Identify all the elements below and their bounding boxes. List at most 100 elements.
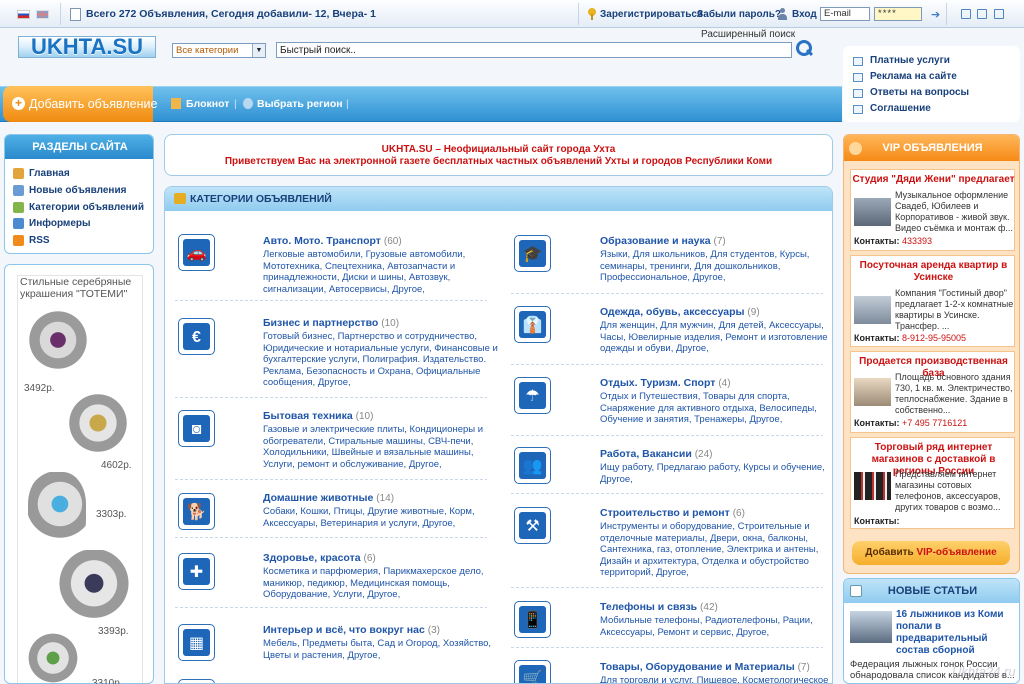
subcategory-links[interactable]: Собаки, Кошки, Птицы, Другие животные, К…: [263, 506, 503, 529]
vip-ad-image[interactable]: [854, 296, 891, 324]
vip-ad-contacts: Контакты: 433393: [854, 236, 932, 246]
graduate-icon[interactable]: 🎓: [514, 235, 551, 272]
home-icon[interactable]: [961, 9, 971, 19]
ring-image: [66, 390, 130, 456]
vip-ad-image[interactable]: [854, 198, 891, 226]
vip-ad-title[interactable]: Посуточная аренда квартир в Усинске: [851, 260, 1016, 284]
email-input[interactable]: E-mail: [820, 7, 870, 21]
people-icon[interactable]: 👥: [514, 447, 551, 484]
category-link[interactable]: Строительство и ремонт: [600, 507, 730, 519]
agreement-link[interactable]: Соглашение: [853, 103, 931, 114]
vip-ad[interactable]: Продается производственная база Площадь …: [850, 351, 1015, 433]
subcategory-links[interactable]: Косметика и парфюмерия, Парикмахерское д…: [263, 566, 503, 601]
category-link[interactable]: Работа, Вакансии: [600, 448, 692, 460]
mail-icon[interactable]: [994, 9, 1004, 19]
vip-ads-title: VIP ОБЪЯВЛЕНИЯ: [844, 135, 1019, 161]
login-arrow-icon[interactable]: ➔: [931, 8, 940, 21]
search-icon[interactable]: [796, 40, 812, 56]
dog-icon[interactable]: 🐕: [178, 493, 215, 530]
subcategory-links[interactable]: Готовый бизнес, Партнерство и сотрудниче…: [263, 331, 503, 389]
notepad-link[interactable]: Блокнот: [186, 98, 229, 110]
subcategory-links[interactable]: Мобильные телефоны, Радиотелефоны, Рации…: [600, 615, 832, 638]
health-icon[interactable]: ✚: [178, 553, 215, 590]
subcategory-links[interactable]: Языки, Для школьников, Для студентов, Ку…: [600, 249, 832, 284]
register-link[interactable]: Зарегистрироваться: [600, 9, 703, 20]
ring-image: [28, 472, 86, 552]
categories-title: КАТЕГОРИИ ОБЪЯВЛЕНИЙ: [165, 187, 832, 211]
user-icon: [777, 8, 788, 21]
category-item: Работа, Вакансии (24) Ищу работу, Предла…: [600, 448, 832, 485]
category-link[interactable]: Товары, Оборудование и Материалы: [600, 661, 795, 673]
subcategory-links[interactable]: Отдых и Путешествия, Товары для спорта, …: [600, 391, 832, 426]
article-image[interactable]: [850, 611, 892, 643]
vip-ad-title[interactable]: Студия "Дяди Жени" предлагает: [851, 174, 1016, 186]
vip-ad[interactable]: Торговый ряд интернет магазинов с достав…: [850, 437, 1015, 529]
cart-icon[interactable]: 🛒: [514, 660, 551, 683]
password-input[interactable]: ****: [874, 7, 922, 21]
folder-icon[interactable]: [977, 9, 987, 19]
quick-search-input[interactable]: Быстрый поиск..: [276, 42, 792, 58]
clothes-icon[interactable]: 👔: [514, 306, 551, 343]
russian-flag-icon[interactable]: [17, 10, 30, 19]
faq-link[interactable]: Ответы на вопросы: [853, 87, 969, 98]
subcategory-links[interactable]: Легковые автомобили, Грузовые автомобили…: [263, 249, 503, 295]
subcategory-links[interactable]: Газовые и электрические плиты, Кондицион…: [263, 424, 503, 470]
subcategory-links[interactable]: Мебель, Предметы быта, Сад и Огород, Хоз…: [263, 638, 503, 661]
category-link[interactable]: Здоровье, красота: [263, 552, 361, 564]
category-link[interactable]: Телефоны и связь: [600, 601, 697, 613]
furniture-icon[interactable]: ▦: [178, 624, 215, 661]
category-link[interactable]: Домашние животные: [263, 492, 373, 504]
sidebar-item-categories[interactable]: Категории объявлений: [29, 202, 144, 213]
vip-ad[interactable]: Студия "Дяди Жени" предлагает Музыкально…: [850, 169, 1015, 251]
category-link[interactable]: Интерьер и всё, что вокруг нас: [263, 624, 425, 636]
category-link[interactable]: Образование и наука: [600, 235, 711, 247]
category-select[interactable]: Все категории ▼: [172, 43, 266, 58]
category-link[interactable]: Авто. Мото. Транспорт: [263, 235, 381, 247]
sidebar-item-informers[interactable]: Информеры: [29, 218, 91, 229]
paid-services-link[interactable]: Платные услуги: [853, 55, 950, 66]
subcategory-links[interactable]: Ищу работу, Предлагаю работу, Курсы и об…: [600, 462, 832, 485]
category-link[interactable]: Бытовая техника: [263, 410, 353, 422]
chevron-down-icon[interactable]: ▼: [252, 44, 265, 57]
category-link[interactable]: Отдых. Туризм. Спорт: [600, 377, 715, 389]
construction-icon[interactable]: ⚒: [514, 507, 551, 544]
subcategory-links[interactable]: Для торговли и услуг, Пищевое, Косметоло…: [600, 675, 832, 683]
subcategory-links[interactable]: Для женщин, Для мужчин, Для детей, Аксес…: [600, 320, 832, 355]
add-ad-button[interactable]: + Добавить объявление: [3, 86, 157, 122]
ad-price: 4602р.: [101, 460, 132, 471]
category-link[interactable]: Бизнес и партнерство: [263, 317, 378, 329]
phone-icon[interactable]: 📱: [514, 601, 551, 638]
vip-ad-description: Компания "Гостиный двор" предлагает 1-2-…: [895, 288, 1014, 331]
ring-image: [54, 550, 134, 624]
welcome-banner: UKHTA.SU – Неофициальный сайт города Ухт…: [164, 134, 833, 176]
home-icon: [13, 168, 24, 179]
document-icon: [70, 8, 81, 21]
watermark: Ukhta24.ru: [952, 664, 1016, 679]
euro-icon[interactable]: €: [178, 318, 215, 355]
vip-ad[interactable]: Посуточная аренда квартир в Усинске Комп…: [850, 255, 1015, 347]
site-logo[interactable]: UKHTA.SU: [18, 36, 156, 58]
article-headline-link[interactable]: 16 лыжников из Коми попали в предварител…: [896, 609, 1016, 657]
sidebar-item-rss[interactable]: RSS: [29, 235, 50, 246]
welcome-title: UKHTA.SU – Неофициальный сайт города Ухт…: [381, 144, 616, 155]
english-flag-icon[interactable]: [36, 10, 49, 19]
forgot-password-link[interactable]: Забыли пароль?: [697, 9, 781, 20]
sidebar-item-home[interactable]: Главная: [29, 168, 70, 179]
beach-icon[interactable]: ☂: [514, 377, 551, 414]
washing-machine-icon[interactable]: ◙: [178, 410, 215, 447]
site-sections-title: РАЗДЕЛЫ САЙТА: [5, 135, 153, 159]
add-vip-ad-button[interactable]: Добавить VIP-объявление: [852, 541, 1010, 565]
category-link[interactable]: Одежда, обувь, аксессуары: [600, 306, 745, 318]
vip-ad-image[interactable]: [854, 378, 891, 406]
category-item: Товары, Оборудование и Материалы (7) Для…: [600, 661, 832, 683]
select-region-link[interactable]: Выбрать регион: [257, 98, 343, 110]
subcategory-links[interactable]: Инструменты и оборудование, Строительные…: [600, 521, 832, 579]
category-icon[interactable]: [178, 679, 215, 683]
vip-ad-image[interactable]: [854, 472, 891, 500]
car-icon[interactable]: 🚗: [178, 234, 215, 271]
category-item: Образование и наука (7) Языки, Для школь…: [600, 235, 832, 284]
category-item: Отдых. Туризм. Спорт (4) Отдых и Путешес…: [600, 377, 832, 426]
advanced-search-link[interactable]: Расширенный поиск: [701, 29, 795, 40]
advertising-link[interactable]: Реклама на сайте: [853, 71, 957, 82]
sidebar-item-new-ads[interactable]: Новые объявления: [29, 185, 126, 196]
